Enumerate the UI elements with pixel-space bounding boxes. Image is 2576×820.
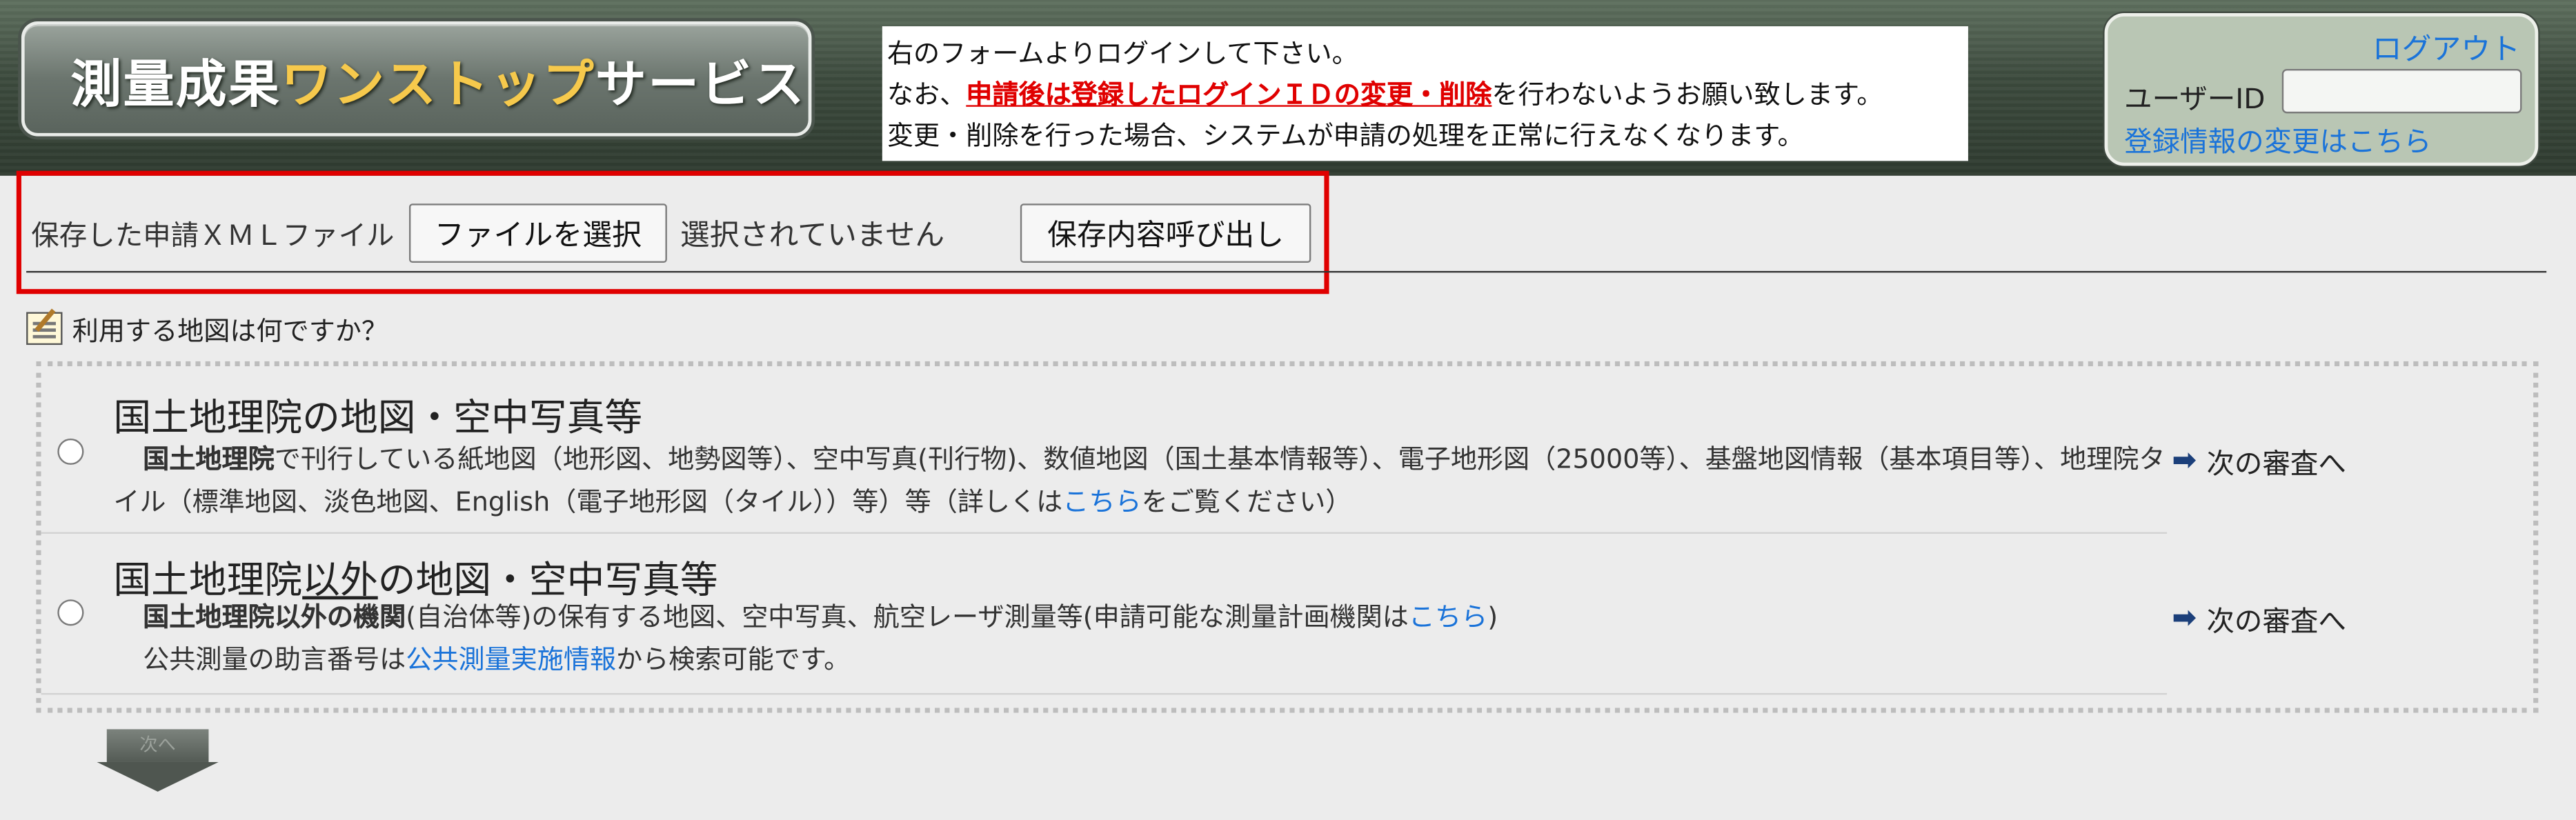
next-review-label-1: 次の審査へ (2206, 448, 2346, 481)
option-gsi-details-link[interactable]: こちら (1062, 486, 1141, 517)
user-id-input[interactable] (2281, 69, 2522, 114)
title-part-1: 測量成果 (70, 54, 281, 114)
option-other-line-2-pre: 公共測量の助言番号は (143, 643, 406, 675)
memo-icon (26, 312, 63, 346)
no-file-selected-text: 選択されていません (680, 218, 945, 253)
title-part-2: ワンストップ (281, 54, 595, 114)
notice-line-2-post: を行わないようお願い致します。 (1492, 79, 1883, 110)
load-saved-button[interactable]: 保存内容呼び出し (1020, 203, 1311, 263)
saved-xml-label: 保存した申請ＸＭＬファイル (31, 220, 395, 253)
logout-link[interactable]: ログアウト (2372, 26, 2520, 69)
option-other-org: 国土地理院以外の機関 (143, 601, 406, 632)
arrow-down-icon (97, 761, 219, 792)
option-gsi-text-2: をご覧ください） (1141, 486, 1352, 518)
option-other-line-2: 公共測量の助言番号は公共測量実施情報から検索可能です。 (143, 639, 2167, 681)
notice-line-2: なお、申請後は登録したログインＩＤの変更・削除を行わないようお願い致します。 (887, 74, 1963, 115)
option-other-text-2: ) (1487, 601, 1498, 632)
login-panel: ログアウト ユーザーID 登録情報の変更はこちら (2104, 13, 2539, 166)
next-button[interactable]: 次へ (97, 729, 219, 794)
notice-warning: 申請後は登録したログインＩＤの変更・削除 (966, 79, 1492, 110)
user-id-label: ユーザーID (2124, 83, 2266, 117)
title-part-3: サービス (595, 54, 806, 114)
notice-line-2-pre: なお、 (886, 79, 967, 110)
login-notice: 右のフォームよりログインして下さい。 なお、申請後は登録したログインＩＤの変更・… (882, 26, 1968, 161)
option-other-maps: 国土地理院以外の地図・空中写真等 国土地理院以外の機関(自治体等)の保有する地図… (41, 534, 2168, 695)
divider (26, 270, 2547, 273)
notice-line-1: 右のフォームよりログインして下さい。 (886, 37, 1358, 70)
next-review-link-1[interactable]: ➡ 次の審査へ (2172, 440, 2346, 481)
option-gsi-radio[interactable] (57, 438, 84, 465)
option-gsi-maps: 国土地理院の地図・空中写真等 国土地理院で刊行している紙地図（地形図、地勢図等）… (41, 366, 2168, 534)
map-question: 利用する地図は何ですか？ (26, 310, 388, 346)
option-gsi-org: 国土地理院 (143, 443, 275, 475)
notice-line-3: 変更・削除を行った場合、システムが申請の処理を正常に行えなくなります。 (886, 119, 1804, 152)
option-other-agency-link[interactable]: こちら (1409, 601, 1487, 632)
page: 測量成果 ワンストップ サービス 右のフォームよりログインして下さい。 なお、申請後… (0, 0, 2576, 819)
option-other-text: (自治体等)の保有する地図、空中写真、航空レーザ測量等(申請可能な測量計画機関は (406, 601, 1409, 632)
option-gsi-title: 国土地理院の地図・空中写真等 (113, 397, 643, 441)
change-registration-link[interactable]: 登録情報の変更はこちら (2124, 118, 2431, 159)
public-survey-info-link[interactable]: 公共測量実施情報 (406, 644, 616, 675)
option-other-line-2-post: から検索可能です。 (616, 643, 851, 675)
choose-file-button[interactable]: ファイルを選択 (408, 203, 667, 263)
saved-file-section: 保存した申請ＸＭＬファイル ファイルを選択 選択されていません 保存内容呼び出し (16, 170, 1329, 294)
option-other-description: 国土地理院以外の機関(自治体等)の保有する地図、空中写真、航空レーザ測量等(申請… (113, 596, 2167, 681)
question-text: 利用する地図は何ですか？ (72, 315, 388, 347)
next-review-label-2: 次の審査へ (2206, 606, 2346, 639)
arrow-right-icon: ➡ (2172, 443, 2197, 478)
map-options-box: 国土地理院の地図・空中写真等 国土地理院で刊行している紙地図（地形図、地勢図等）… (36, 361, 2539, 713)
next-button-label: 次へ (106, 729, 209, 762)
option-other-line-1: 国土地理院以外の機関(自治体等)の保有する地図、空中写真、航空レーザ測量等(申請… (143, 596, 2167, 639)
option-other-radio[interactable] (57, 599, 84, 626)
site-title-banner[interactable]: 測量成果 ワンストップ サービス (21, 21, 812, 137)
option-gsi-description: 国土地理院で刊行している紙地図（地形図、地勢図等）、空中写真(刊行物)、数値地図… (113, 439, 2167, 524)
arrow-right-icon: ➡ (2172, 601, 2197, 636)
next-review-link-2[interactable]: ➡ 次の審査へ (2172, 598, 2346, 639)
